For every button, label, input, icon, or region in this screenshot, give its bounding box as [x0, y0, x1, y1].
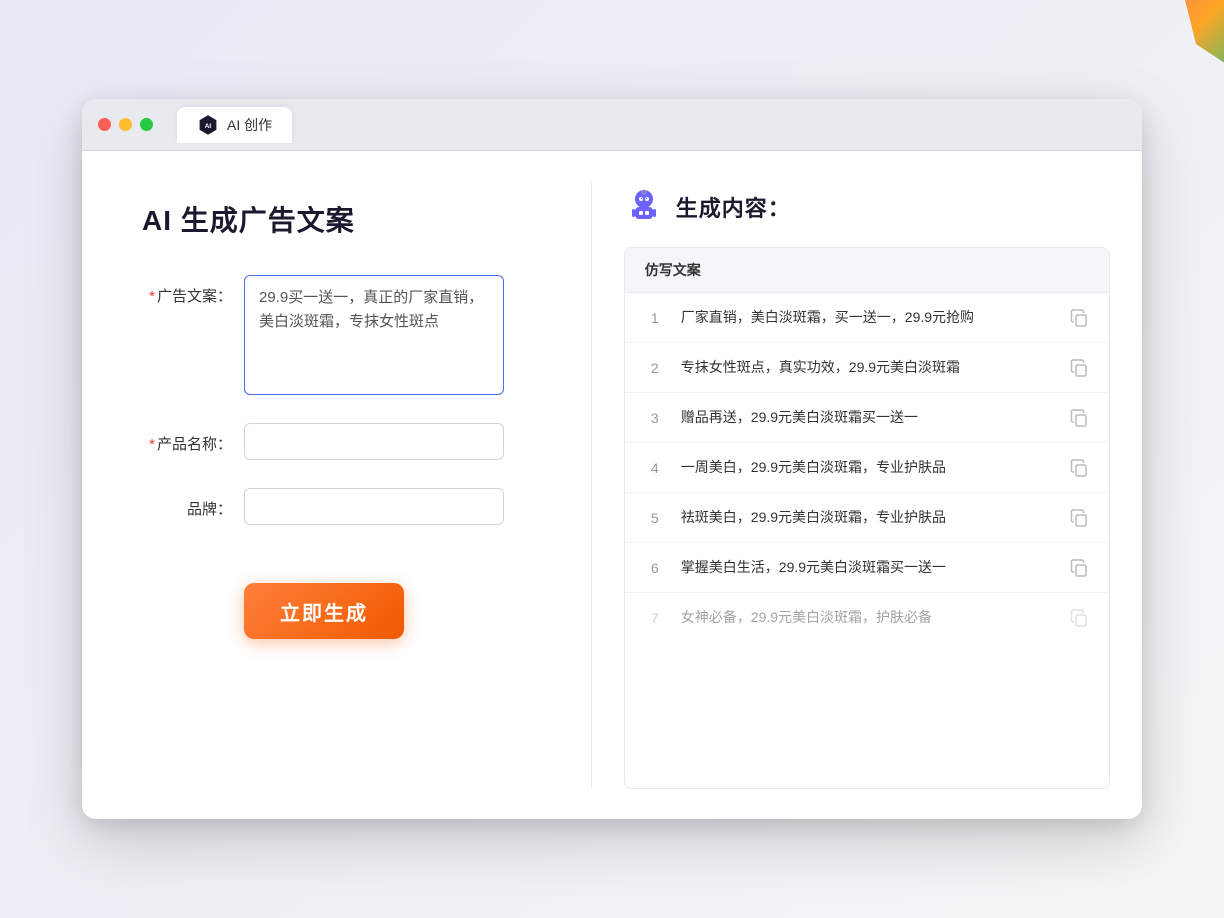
svg-text:AI: AI [205, 123, 212, 130]
minimize-button[interactable] [119, 118, 132, 131]
main-content: AI 生成广告文案 *广告文案： 29.9买一送一，真正的厂家直销，美白淡斑霜，… [82, 151, 1142, 819]
row-number: 5 [645, 510, 665, 526]
row-text: 专抹女性斑点，真实功效，29.9元美白淡斑霜 [681, 357, 1053, 378]
ad-copy-textarea[interactable]: 29.9买一送一，真正的厂家直销，美白淡斑霜，专抹女性斑点 [244, 275, 504, 395]
generate-button[interactable]: 立即生成 [244, 583, 404, 639]
tab-title: AI 创作 [227, 115, 272, 135]
result-table: 仿写文案 1 厂家直销，美白淡斑霜，买一送一，29.9元抢购 2 专抹女性斑点，… [624, 247, 1110, 789]
page-title: AI 生成广告文案 [142, 199, 551, 239]
required-mark-1: * [149, 288, 155, 305]
copy-icon[interactable] [1069, 408, 1089, 428]
row-number: 1 [645, 310, 665, 326]
row-text: 赠品再送，29.9元美白淡斑霜买一送一 [681, 407, 1053, 428]
copy-icon[interactable] [1069, 558, 1089, 578]
row-number: 4 [645, 460, 665, 476]
copy-icon[interactable] [1069, 608, 1089, 628]
row-text: 一周美白，29.9元美白淡斑霜，专业护肤品 [681, 457, 1053, 478]
row-number: 6 [645, 560, 665, 576]
row-text: 厂家直销，美白淡斑霜，买一送一，29.9元抢购 [681, 307, 1053, 328]
browser-tab[interactable]: AI AI 创作 [177, 107, 292, 143]
title-bar: AI AI 创作 [82, 99, 1142, 151]
ad-copy-label: *广告文案： [142, 275, 232, 306]
browser-window: AI AI 创作 AI 生成广告文案 *广告文案： 29.9买一送一，真正的厂家… [82, 99, 1142, 819]
left-panel: AI 生成广告文案 *广告文案： 29.9买一送一，真正的厂家直销，美白淡斑霜，… [82, 151, 591, 819]
product-name-group: *产品名称： 美白淡斑霜 [142, 423, 551, 460]
table-row: 4 一周美白，29.9元美白淡斑霜，专业护肤品 [625, 443, 1109, 493]
copy-icon[interactable] [1069, 508, 1089, 528]
table-header: 仿写文案 [625, 248, 1109, 293]
brand-group: 品牌： 好白 [142, 488, 551, 525]
row-number: 2 [645, 360, 665, 376]
row-number: 3 [645, 410, 665, 426]
result-title: 生成内容： [676, 191, 791, 223]
copy-icon[interactable] [1069, 458, 1089, 478]
table-row: 2 专抹女性斑点，真实功效，29.9元美白淡斑霜 [625, 343, 1109, 393]
maximize-button[interactable] [140, 118, 153, 131]
required-mark-2: * [149, 436, 155, 453]
right-panel: 生成内容： 仿写文案 1 厂家直销，美白淡斑霜，买一送一，29.9元抢购 2 专… [592, 151, 1142, 819]
ai-tab-icon: AI [197, 114, 219, 136]
brand-input[interactable]: 好白 [244, 488, 504, 525]
table-body: 1 厂家直销，美白淡斑霜，买一送一，29.9元抢购 2 专抹女性斑点，真实功效，… [625, 293, 1109, 642]
result-header: 生成内容： [624, 187, 1110, 227]
product-name-input[interactable]: 美白淡斑霜 [244, 423, 504, 460]
close-button[interactable] [98, 118, 111, 131]
table-row: 3 赠品再送，29.9元美白淡斑霜买一送一 [625, 393, 1109, 443]
table-row: 5 祛斑美白，29.9元美白淡斑霜，专业护肤品 [625, 493, 1109, 543]
copy-icon[interactable] [1069, 308, 1089, 328]
row-number: 7 [645, 610, 665, 626]
robot-icon [624, 187, 664, 227]
row-text: 祛斑美白，29.9元美白淡斑霜，专业护肤品 [681, 507, 1053, 528]
row-text: 掌握美白生活，29.9元美白淡斑霜买一送一 [681, 557, 1053, 578]
table-row: 1 厂家直销，美白淡斑霜，买一送一，29.9元抢购 [625, 293, 1109, 343]
product-name-label: *产品名称： [142, 423, 232, 454]
brand-label: 品牌： [142, 488, 232, 519]
row-text: 女神必备，29.9元美白淡斑霜，护肤必备 [681, 607, 1053, 628]
table-row: 6 掌握美白生活，29.9元美白淡斑霜买一送一 [625, 543, 1109, 593]
table-row: 7 女神必备，29.9元美白淡斑霜，护肤必备 [625, 593, 1109, 642]
traffic-lights [98, 118, 153, 131]
ad-copy-group: *广告文案： 29.9买一送一，真正的厂家直销，美白淡斑霜，专抹女性斑点 [142, 275, 551, 395]
copy-icon[interactable] [1069, 358, 1089, 378]
